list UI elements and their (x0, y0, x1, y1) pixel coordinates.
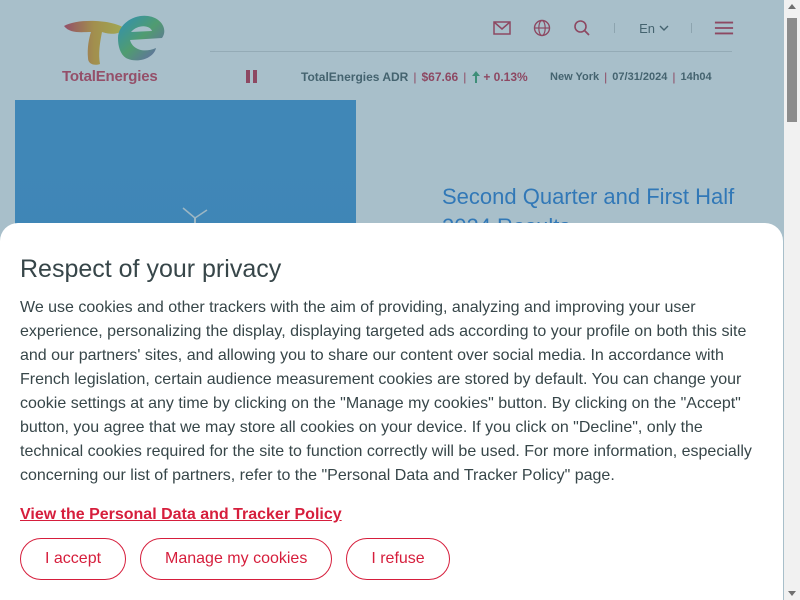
scroll-thumb[interactable] (787, 18, 797, 122)
scroll-up-icon[interactable] (788, 4, 796, 9)
cookie-title: Respect of your privacy (20, 255, 282, 283)
scroll-down-icon[interactable] (788, 591, 796, 596)
cookie-actions: I accept Manage my cookies I refuse (20, 538, 450, 580)
privacy-policy-link[interactable]: View the Personal Data and Tracker Polic… (20, 506, 342, 524)
cookie-description: We use cookies and other trackers with t… (20, 299, 752, 484)
cookie-banner: Respect of your privacy We use cookies a… (0, 223, 783, 600)
refuse-button[interactable]: I refuse (346, 538, 450, 580)
manage-cookies-button[interactable]: Manage my cookies (140, 538, 333, 580)
scrollbar[interactable] (784, 0, 800, 600)
accept-button[interactable]: I accept (20, 538, 127, 580)
